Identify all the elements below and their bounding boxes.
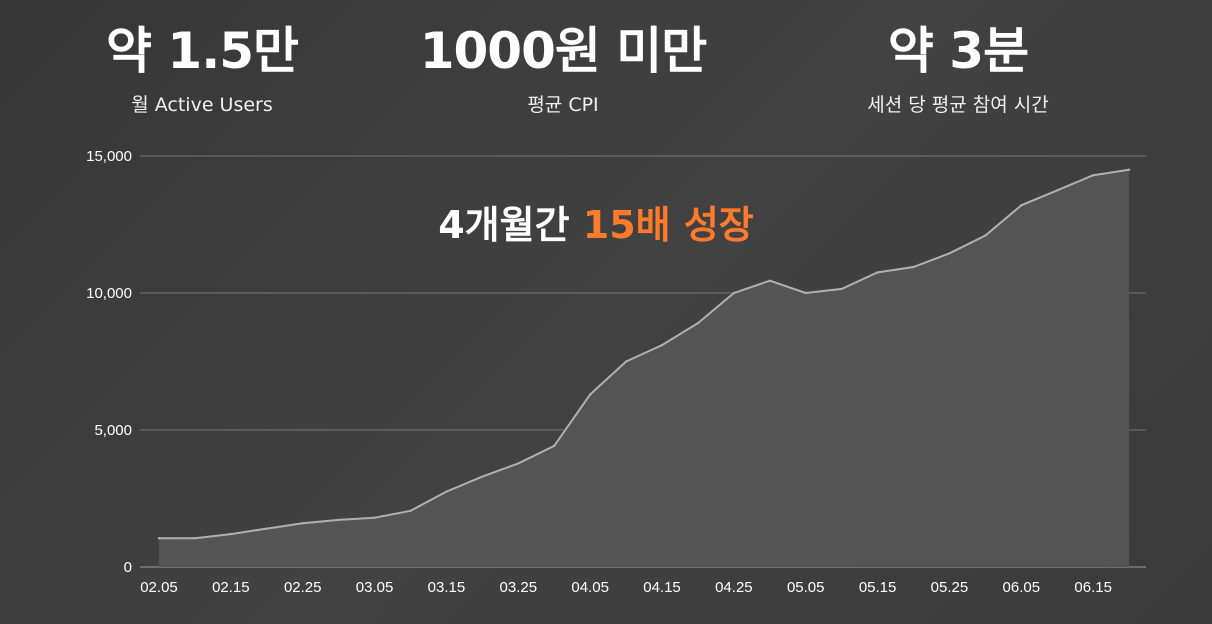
- chart-headline: 4개월간 15배 성장: [438, 203, 754, 247]
- x-tick-label: 05.15: [859, 579, 897, 596]
- x-tick-label: 05.05: [787, 579, 825, 596]
- y-tick-label: 10,000: [86, 285, 132, 302]
- x-tick-label: 06.05: [1003, 579, 1041, 596]
- data-point-05.15: [876, 271, 879, 274]
- x-tick-label: 05.25: [931, 579, 969, 596]
- y-tick-label: 5,000: [94, 422, 132, 439]
- data-point-05.20: [912, 265, 915, 269]
- data-point-06.10: [1056, 189, 1059, 192]
- data-point-05.25: [948, 252, 951, 255]
- data-point-03.20: [481, 475, 484, 478]
- data-point-03.15: [445, 490, 448, 493]
- y-axis-ticks: 0 5,000 10,000 15,000: [86, 148, 132, 576]
- x-tick-label: 04.15: [643, 579, 681, 596]
- headline-highlight: 15배 성장: [583, 203, 754, 247]
- data-point-03.25: [517, 462, 520, 465]
- data-point-04.25: [732, 291, 736, 295]
- data-point-04.05: [589, 393, 592, 396]
- data-point-03.05: [373, 516, 376, 519]
- x-tick-label: 03.05: [356, 579, 394, 596]
- data-point-05.30: [984, 234, 987, 237]
- x-tick-label: 02.15: [212, 579, 250, 596]
- data-point-04.15: [660, 343, 664, 347]
- data-point-02.25: [301, 522, 304, 525]
- x-tick-label: 06.15: [1074, 579, 1112, 596]
- x-tick-label: 03.15: [428, 579, 466, 596]
- data-point-05.10: [840, 287, 843, 291]
- data-point-03.01: [337, 518, 340, 522]
- headline-prefix: 4개월간: [438, 203, 583, 247]
- data-point-06.15: [1092, 174, 1095, 177]
- x-tick-label: 04.25: [715, 579, 753, 596]
- data-point-02.05: [157, 537, 161, 540]
- x-tick-label: 03.25: [500, 579, 538, 596]
- data-point-03.30: [553, 444, 556, 448]
- data-point-03.10: [409, 509, 412, 512]
- data-point-02.10: [193, 537, 197, 540]
- x-tick-label: 02.05: [140, 579, 178, 596]
- y-tick-label: 15,000: [86, 148, 132, 165]
- data-point-04.10: [624, 360, 628, 363]
- y-tick-label: 0: [124, 559, 132, 576]
- growth-area-chart: 05,00010,00015,000 02.05 02.15 02.25 03.05 0…: [86, 148, 1146, 596]
- data-point-04.30: [768, 279, 771, 282]
- x-tick-label: 02.25: [284, 579, 322, 596]
- data-point-06.20: [1127, 168, 1131, 171]
- data-point-02.15: [229, 532, 233, 536]
- data-point-04.20: [696, 321, 700, 325]
- x-tick-label: 04.05: [571, 579, 609, 596]
- data-point-06.05: [1020, 204, 1023, 207]
- data-point-05.05: [804, 291, 807, 295]
- data-point-02.20: [265, 527, 268, 530]
- x-axis-ticks: 02.05 02.15 02.25 03.05 03.15 03.25 04.05 04.15…: [140, 579, 1112, 596]
